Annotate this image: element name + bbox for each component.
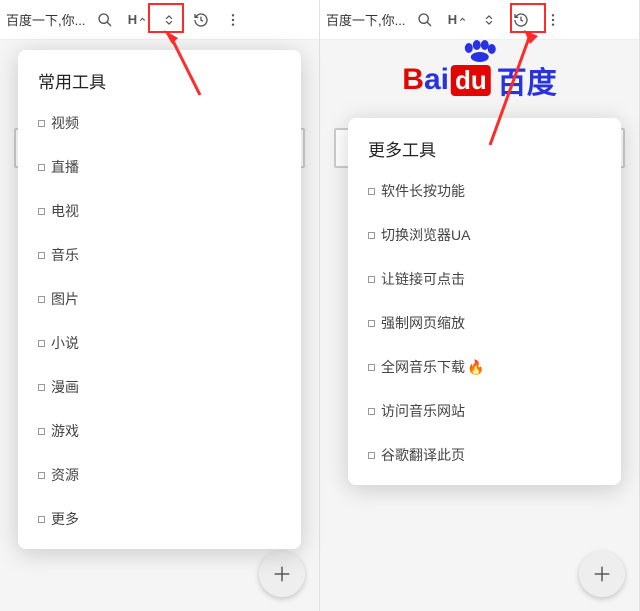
fab-add[interactable] — [259, 551, 305, 597]
tool-item-more[interactable]: 更多 — [18, 497, 301, 541]
history-icon[interactable] — [185, 4, 217, 36]
common-tools-popup: 常用工具 视频 直播 电视 音乐 图片 小说 漫画 游戏 资源 更多 — [18, 50, 301, 549]
popup-title: 更多工具 — [348, 136, 621, 169]
tool-longpress[interactable]: 软件长按功能 — [348, 169, 621, 213]
tool-item-manga[interactable]: 漫画 — [18, 365, 301, 409]
h-toggle-icon[interactable]: H — [441, 4, 473, 36]
h-toggle-icon[interactable]: H — [121, 4, 153, 36]
tool-switch-ua[interactable]: 切换浏览器UA — [348, 213, 621, 257]
page-title: 百度一下,你... — [6, 10, 85, 29]
tool-item-resource[interactable]: 资源 — [18, 453, 301, 497]
tool-item-novel[interactable]: 小说 — [18, 321, 301, 365]
tool-item-music[interactable]: 音乐 — [18, 233, 301, 277]
plus-icon — [591, 563, 613, 585]
tool-item-video[interactable]: 视频 — [18, 101, 301, 145]
plus-icon — [271, 563, 293, 585]
history-icon[interactable] — [505, 4, 537, 36]
page-title: 百度一下,你... — [326, 10, 405, 29]
more-tools-popup: 更多工具 软件长按功能 切换浏览器UA 让链接可点击 强制网页缩放 全网音乐下载… — [348, 118, 621, 485]
tool-item-image[interactable]: 图片 — [18, 277, 301, 321]
baidu-logo: Baidu百度 — [402, 58, 556, 102]
topbar-right: 百度一下,你... H — [320, 0, 639, 40]
tool-item-live[interactable]: 直播 — [18, 145, 301, 189]
fab-add[interactable] — [579, 551, 625, 597]
paw-icon — [461, 40, 499, 62]
sort-icon[interactable] — [473, 4, 505, 36]
search-icon[interactable] — [89, 4, 121, 36]
popup-title: 常用工具 — [18, 68, 301, 101]
tool-music-download[interactable]: 全网音乐下载🔥 — [348, 345, 621, 389]
sort-icon[interactable] — [153, 4, 185, 36]
tool-item-tv[interactable]: 电视 — [18, 189, 301, 233]
fire-icon: 🔥 — [467, 359, 484, 376]
left-panel: 百度一下,你... H 常用工具 视频 直播 电视 音乐 图片 小说 漫画 游戏… — [0, 0, 320, 611]
tool-visit-music[interactable]: 访问音乐网站 — [348, 389, 621, 433]
search-icon[interactable] — [409, 4, 441, 36]
right-panel: 百度一下,你... H Baidu百度 更多工具 软件长按功能 切换浏览器UA … — [320, 0, 640, 611]
tool-item-game[interactable]: 游戏 — [18, 409, 301, 453]
tool-google-translate[interactable]: 谷歌翻译此页 — [348, 433, 621, 477]
topbar-left: 百度一下,你... H — [0, 0, 319, 40]
tool-force-zoom[interactable]: 强制网页缩放 — [348, 301, 621, 345]
tool-make-clickable[interactable]: 让链接可点击 — [348, 257, 621, 301]
more-icon[interactable] — [537, 4, 569, 36]
more-icon[interactable] — [217, 4, 249, 36]
